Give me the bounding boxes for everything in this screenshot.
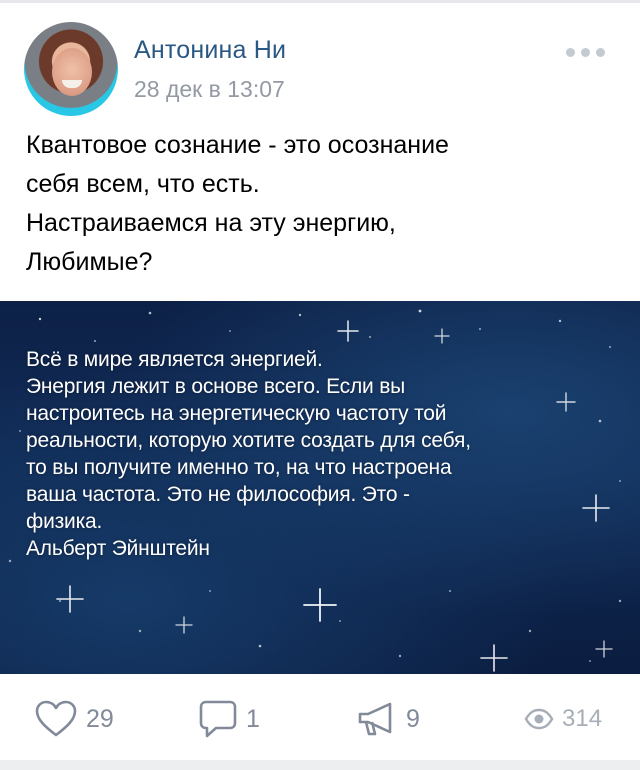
share-button[interactable]: 9 [356,702,420,736]
more-dot [596,47,605,57]
comment-button[interactable]: 1 [198,700,260,738]
eye-icon [524,708,554,730]
author-name[interactable]: Антонина Ни [134,36,344,65]
post-text: Квантовое сознание - это осознание себя … [26,126,616,282]
post-text-line: Настраиваемся на эту энергию, [26,209,396,237]
more-dot [566,47,575,57]
post-actions: 29 1 9 314 [0,674,640,764]
views-count: 314 [562,705,603,732]
share-count: 9 [406,704,420,733]
avatar-face [52,48,92,96]
like-button[interactable]: 29 [34,700,114,737]
post-date[interactable]: 28 дек в 13:07 [134,76,285,103]
quote-line: физика. [26,510,103,533]
bottom-divider [0,760,640,770]
comment-count: 1 [246,704,260,733]
post-text-line: себя всем, что есть. [26,170,260,198]
views-counter: 314 [524,702,602,736]
quote-line: Энергия лежит в основе всего. Если вы [26,375,406,398]
more-dot [581,47,590,57]
post-text-line: Любимые? [26,248,153,276]
quote-line: ваша частота. Это не философия. Это - [26,483,410,506]
quote-line: то вы получите именно то, на что настрое… [26,456,452,479]
avatar[interactable] [24,22,118,116]
like-count: 29 [86,704,114,733]
megaphone-icon [358,702,392,736]
quote-line: Всё в мире является энергией. [26,348,323,371]
top-divider [0,0,640,3]
heart-icon [35,700,77,737]
post-text-line: Квантовое сознание - это осознание [26,131,449,159]
quote-line: настроитесь на энергетическую частоту то… [26,402,447,425]
quote-line: реальности, которую хотите создать для с… [26,429,471,452]
image-quote: Всё в мире является энергией. Энергия ле… [26,346,626,562]
comment-bubble-icon [199,700,237,738]
quote-author: Альберт Эйнштейн [26,537,210,560]
more-dots-icon[interactable] [566,42,608,62]
